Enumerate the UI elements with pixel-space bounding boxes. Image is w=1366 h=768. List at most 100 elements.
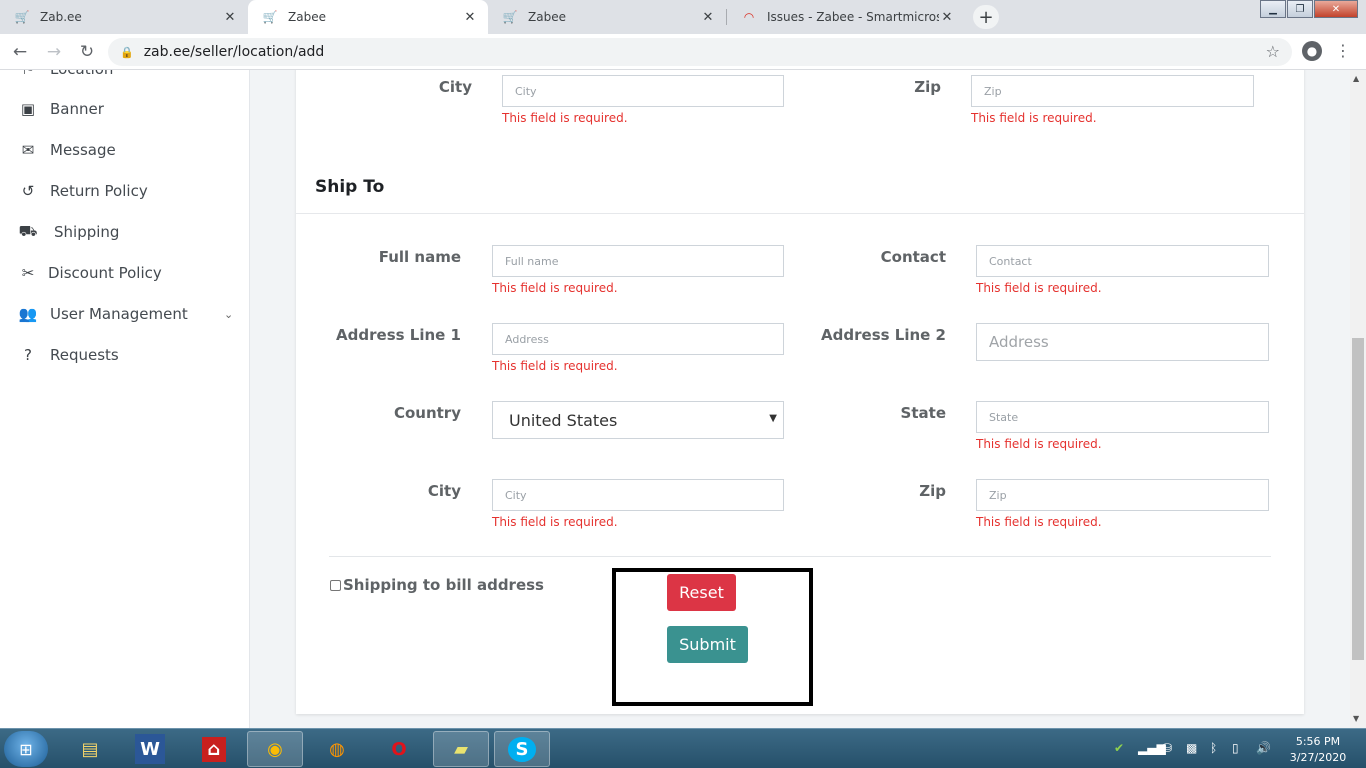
forward-arrow-icon[interactable]: → xyxy=(42,40,66,64)
new-tab-button[interactable]: + xyxy=(973,5,999,29)
bill-zip-label: Zip xyxy=(914,78,941,96)
bluetooth-tray-icon[interactable]: ᛒ xyxy=(1210,741,1217,755)
cart-favicon-icon: 🛒 xyxy=(262,10,278,24)
windows-taskbar: ⊞ ▤ W ⌂ ◉ ◍ O ▰ S ✔ ▂▄▆ ⛁ ▩ ᛒ ▯ 🔊 5:56 P… xyxy=(0,728,1366,768)
bill-zip-error: This field is required. xyxy=(971,111,1097,125)
browser-tab-strip: 🛒 Zab.ee ✕ 🛒 Zabee ✕ 🛒 Zabee ✕ ◠ Issues … xyxy=(0,0,1366,34)
device-tray-icon[interactable]: ▩ xyxy=(1186,741,1197,755)
sidebar-item-return-policy[interactable]: ↺ Return Policy xyxy=(18,180,148,202)
network-tray-icon[interactable]: ⛁ xyxy=(1162,741,1172,755)
tab-zabee-1[interactable]: 🛒 Zab.ee ✕ xyxy=(0,0,248,34)
scroll-up-arrow-icon[interactable]: ▲ xyxy=(1353,74,1359,83)
scroll-down-arrow-icon[interactable]: ▼ xyxy=(1353,714,1359,723)
sidebar: ⚑ Location ▣ Banner ✉ Message ↺ Return P… xyxy=(0,70,250,728)
full-name-input[interactable]: Full name xyxy=(492,245,784,277)
address-line-1-error: This field is required. xyxy=(492,359,618,373)
battery-tray-icon[interactable]: ▯ xyxy=(1232,741,1239,755)
sidebar-item-location[interactable]: ⚑ Location xyxy=(18,70,113,80)
close-window-icon[interactable]: ✕ xyxy=(1314,0,1358,18)
address-line-1-label: Address Line 1 xyxy=(336,326,461,344)
minimize-icon[interactable]: ▁ xyxy=(1260,0,1286,18)
close-tab-icon[interactable]: ✕ xyxy=(939,10,955,25)
country-select[interactable]: United States ▼ xyxy=(492,401,784,439)
location-form-card: City City This field is required. Zip Zi… xyxy=(296,70,1304,714)
address-line-2-input[interactable]: Address xyxy=(976,323,1269,361)
address-line-2-label: Address Line 2 xyxy=(821,326,946,344)
maximize-icon[interactable]: ❐ xyxy=(1287,0,1313,18)
lock-icon: 🔒 xyxy=(120,45,134,59)
profile-avatar-icon[interactable]: ● xyxy=(1302,41,1322,61)
undo-icon: ↺ xyxy=(21,182,35,200)
reload-icon[interactable]: ↻ xyxy=(75,40,99,64)
ship-zip-input[interactable]: Zip xyxy=(976,479,1269,511)
map-marker-icon: ⚑ xyxy=(18,70,38,78)
bill-city-label: City xyxy=(438,78,472,96)
chevron-down-icon: ⌄ xyxy=(224,307,234,321)
taskbar-clock[interactable]: 5:56 PM 3/27/2020 xyxy=(1286,734,1350,766)
menu-kebab-icon[interactable]: ⋮ xyxy=(1335,41,1351,60)
address-line-1-input[interactable]: Address xyxy=(492,323,784,355)
cart-favicon-icon: 🛒 xyxy=(502,10,518,24)
sidebar-item-discount-policy[interactable]: ✂ Discount Policy xyxy=(18,262,162,284)
page-viewport: ⚑ Location ▣ Banner ✉ Message ↺ Return P… xyxy=(0,70,1350,728)
security-tray-icon[interactable]: ✔ xyxy=(1114,741,1124,755)
full-name-error: This field is required. xyxy=(492,281,618,295)
acrobat-icon[interactable]: ⌂ xyxy=(186,731,242,767)
form-divider xyxy=(329,556,1271,557)
image-icon: ▣ xyxy=(20,100,36,118)
country-selected-value: United States xyxy=(509,410,618,430)
close-tab-icon[interactable]: ✕ xyxy=(222,10,238,25)
sidebar-item-requests[interactable]: ? Requests xyxy=(18,344,119,366)
url-text: zab.ee/seller/location/add xyxy=(143,44,325,60)
cart-favicon-icon: 🛒 xyxy=(14,10,30,24)
vertical-scrollbar[interactable]: ▲ ▼ xyxy=(1350,70,1366,728)
state-label: State xyxy=(900,404,946,422)
ship-city-input[interactable]: City xyxy=(492,479,784,511)
back-arrow-icon[interactable]: ← xyxy=(8,40,32,64)
close-tab-icon[interactable]: ✕ xyxy=(700,10,716,25)
sidebar-item-message[interactable]: ✉ Message xyxy=(18,139,116,161)
reset-button[interactable]: Reset xyxy=(667,574,736,611)
bill-city-error: This field is required. xyxy=(502,111,628,125)
bookmark-star-icon[interactable]: ☆ xyxy=(1266,42,1280,61)
browser-toolbar: ← → ↻ 🔒 zab.ee/seller/location/add ☆ xyxy=(0,34,1366,70)
gauge-favicon-icon: ◠ xyxy=(744,10,754,24)
volume-tray-icon[interactable]: 🔊 xyxy=(1256,741,1271,755)
sidebar-item-user-management[interactable]: 👥 User Management ⌄ xyxy=(18,303,240,325)
chrome-icon[interactable]: ◉ xyxy=(247,731,303,767)
tab-issues[interactable]: ◠ Issues - Zabee - Smartmicros Pro ✕ xyxy=(727,0,965,34)
truck-icon: ⛟ xyxy=(18,222,38,240)
ship-zip-label: Zip xyxy=(919,482,946,500)
scissors-icon: ✂ xyxy=(21,264,35,282)
skype-icon[interactable]: S xyxy=(494,731,550,767)
windows-start-icon[interactable]: ⊞ xyxy=(4,731,48,767)
users-icon: 👥 xyxy=(18,305,38,323)
clock-time: 5:56 PM xyxy=(1295,735,1341,748)
firefox-icon[interactable]: ◍ xyxy=(309,731,365,767)
contact-error: This field is required. xyxy=(976,281,1102,295)
clock-date: 3/27/2020 xyxy=(1289,751,1347,764)
scrollbar-thumb[interactable] xyxy=(1352,338,1364,660)
contact-input[interactable]: Contact xyxy=(976,245,1269,277)
envelope-icon: ✉ xyxy=(21,141,35,159)
address-bar[interactable]: 🔒 zab.ee/seller/location/add ☆ xyxy=(108,38,1292,66)
tab-zabee-3[interactable]: 🛒 Zabee ✕ xyxy=(488,0,726,34)
bill-zip-input[interactable]: Zip xyxy=(971,75,1254,107)
opera-icon[interactable]: O xyxy=(371,731,427,767)
contact-label: Contact xyxy=(880,248,946,266)
ship-to-heading: Ship To xyxy=(315,177,385,197)
state-input[interactable]: State xyxy=(976,401,1269,433)
checkbox-box[interactable] xyxy=(330,579,341,591)
sidebar-item-banner[interactable]: ▣ Banner xyxy=(18,98,104,120)
file-explorer-icon[interactable]: ▤ xyxy=(62,731,118,767)
tab-zabee-active[interactable]: 🛒 Zabee ✕ xyxy=(248,0,488,34)
ship-city-label: City xyxy=(427,482,461,500)
close-tab-icon[interactable]: ✕ xyxy=(462,10,478,25)
word-icon[interactable]: W xyxy=(135,734,165,764)
shipping-to-bill-address-checkbox[interactable]: Shipping to bill address xyxy=(330,576,544,594)
submit-button[interactable]: Submit xyxy=(667,626,748,663)
sticky-notes-icon[interactable]: ▰ xyxy=(433,731,489,767)
sidebar-item-shipping[interactable]: ⛟ Shipping xyxy=(18,221,120,243)
ship-zip-error: This field is required. xyxy=(976,515,1102,529)
ship-city-error: This field is required. xyxy=(492,515,618,529)
